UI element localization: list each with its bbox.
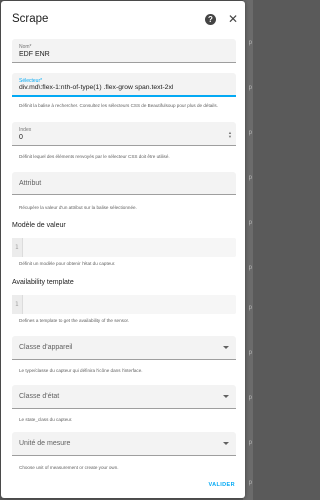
line-gutter: 1 xyxy=(12,238,23,257)
backdrop-text: p xyxy=(248,480,252,486)
value-template-editor[interactable]: 1 xyxy=(12,238,236,257)
backdrop-text: p xyxy=(248,220,252,226)
unit-helper: Choose unit of measurement or create you… xyxy=(19,465,119,470)
name-field-value: EDF ENR xyxy=(19,51,50,58)
backdrop-text: p xyxy=(248,265,252,271)
attribute-field[interactable]: Attribut xyxy=(12,172,236,195)
menu-down-icon xyxy=(223,442,229,445)
attribute-helper: Récupère la valeur d'un attribut sur la … xyxy=(19,205,137,210)
line-number: 1 xyxy=(15,301,19,308)
value-template-label: Modèle de valeur xyxy=(12,222,66,229)
backdrop-text: p xyxy=(248,85,252,91)
name-field[interactable]: Nom* EDF ENR xyxy=(12,39,236,63)
menu-down-icon xyxy=(223,346,229,349)
index-field-value: 0 xyxy=(19,134,23,141)
selector-field[interactable]: Sélecteur* div.md\:flex-1:nth-of-type(1)… xyxy=(12,73,236,97)
availability-template-label: Availability template xyxy=(12,279,74,286)
index-field[interactable]: Index 0 ▲ ▼ xyxy=(12,122,236,146)
name-field-label: Nom* xyxy=(19,44,32,50)
backdrop-text: p xyxy=(248,350,252,356)
scrape-dialog: Scrape ? ✕ Nom* EDF ENR Sélecteur* div.m… xyxy=(1,1,245,498)
help-circle-icon[interactable]: ? xyxy=(205,14,216,25)
backdrop-text: p xyxy=(248,395,252,401)
close-icon[interactable]: ✕ xyxy=(227,12,239,26)
backdrop-text: p xyxy=(248,40,252,46)
state-class-label: Classe d'état xyxy=(19,393,60,400)
line-number: 1 xyxy=(15,244,19,251)
dialog-title: Scrape xyxy=(12,13,49,25)
value-template-helper: Définit un modèle pour obtenir l'état du… xyxy=(19,261,116,266)
selector-helper: Définit la balise à rechercher. Consulte… xyxy=(19,103,218,108)
backdrop-text: p xyxy=(248,440,252,446)
attribute-field-label: Attribut xyxy=(19,180,42,187)
state-class-select[interactable]: Classe d'état xyxy=(12,385,236,409)
availability-template-editor[interactable]: 1 xyxy=(12,295,236,314)
availability-template-helper: Defines a template to get the availabili… xyxy=(19,318,130,323)
index-field-label: Index xyxy=(19,127,32,133)
backdrop-text: p xyxy=(248,305,252,311)
unit-label: Unité de mesure xyxy=(19,440,71,447)
submit-button[interactable]: VALIDER xyxy=(208,482,235,488)
unit-select[interactable]: Unité de mesure xyxy=(12,432,236,456)
backdrop-text: p xyxy=(248,130,252,136)
dialog-header: Scrape ? ✕ xyxy=(1,1,245,39)
state-class-helper: Le state_class du capteur. xyxy=(19,417,73,422)
device-class-helper: Le type/classe du capteur qui définira l… xyxy=(19,368,143,373)
index-helper: Définit lequel des éléments renvoyés par… xyxy=(19,154,170,159)
selector-field-value: div.md\:flex-1:nth-of-type(1) .flex-grow… xyxy=(19,84,174,91)
device-class-select[interactable]: Classe d'appareil xyxy=(12,336,236,360)
stepper-icon[interactable]: ▲ ▼ xyxy=(228,131,232,139)
backdrop-text: p xyxy=(248,175,252,181)
menu-down-icon xyxy=(223,395,229,398)
device-class-label: Classe d'appareil xyxy=(19,344,73,351)
line-gutter: 1 xyxy=(12,295,23,314)
